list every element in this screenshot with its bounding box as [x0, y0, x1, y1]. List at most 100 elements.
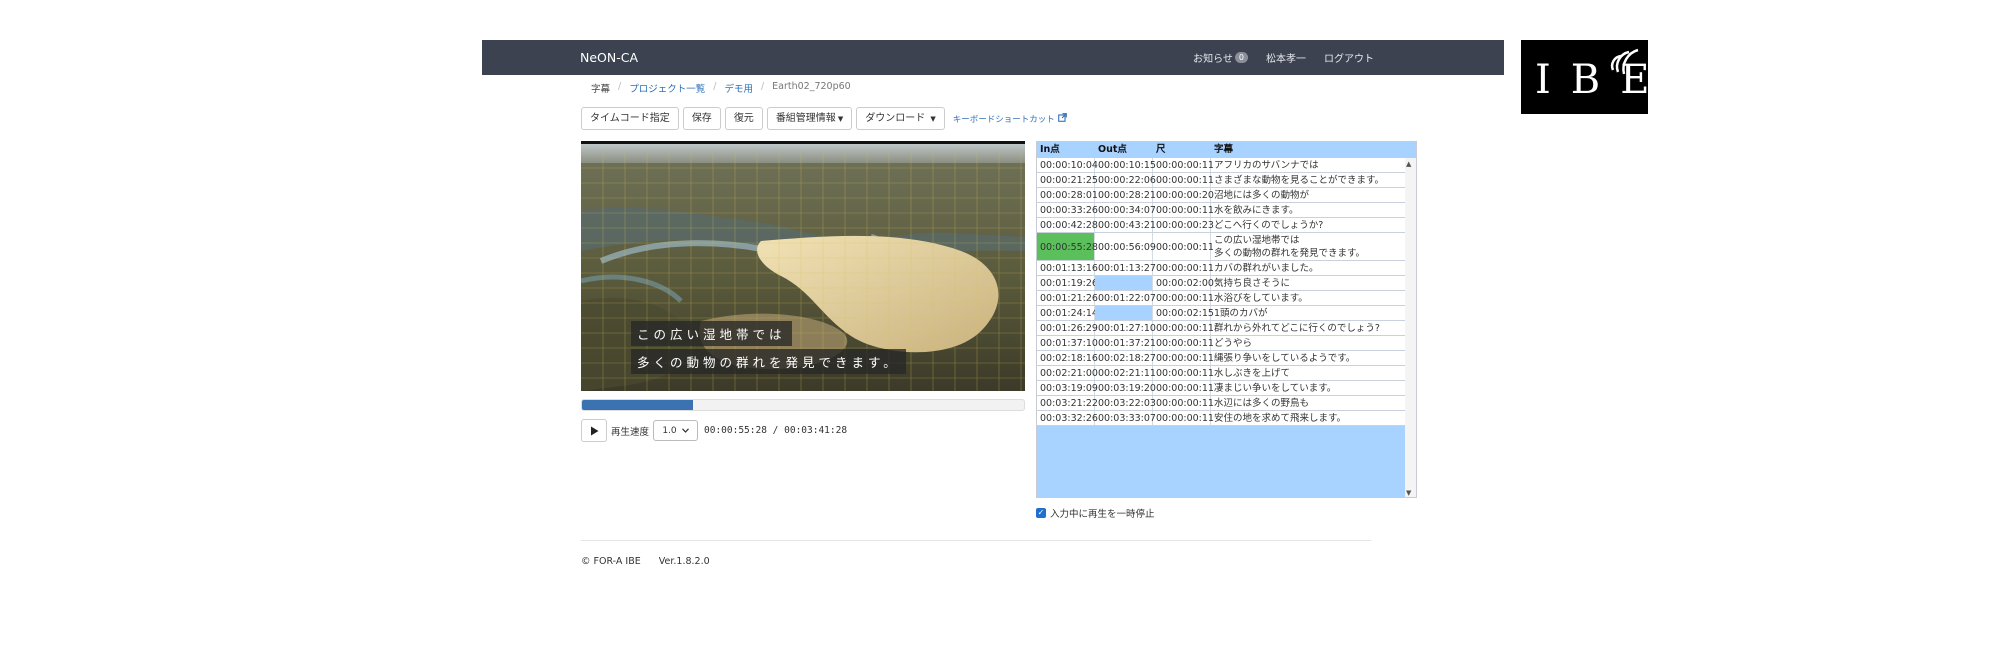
out-cell[interactable]: 00:01:27:10: [1095, 321, 1156, 335]
duration-cell[interactable]: 00:00:00:11: [1153, 381, 1214, 395]
out-cell[interactable]: 00:02:21:11: [1095, 366, 1156, 380]
in-cell[interactable]: 00:00:10:04: [1037, 158, 1098, 172]
scroll-up-arrow-icon[interactable]: ▲: [1406, 160, 1411, 168]
in-cell[interactable]: 00:03:21:22: [1037, 396, 1098, 410]
subtitle-text-cell[interactable]: どうやら: [1211, 336, 1406, 350]
subtitle-row[interactable]: 00:03:32:26 00:03:33:07 00:00:00:11 安住の地を求め…: [1037, 411, 1406, 426]
in-cell[interactable]: 00:00:21:25: [1037, 173, 1098, 187]
in-cell[interactable]: 00:00:33:26: [1037, 203, 1098, 217]
out-cell[interactable]: 00:01:37:21: [1095, 336, 1156, 350]
subtitle-row[interactable]: 00:02:18:16 00:02:18:27 00:00:00:11 縄張り争いをし…: [1037, 351, 1406, 366]
out-cell[interactable]: [1095, 306, 1153, 320]
duration-cell[interactable]: 00:00:00:11: [1153, 396, 1214, 410]
out-cell[interactable]: [1095, 276, 1153, 290]
restore-button[interactable]: 復元: [724, 107, 763, 130]
duration-cell[interactable]: 00:00:00:11: [1153, 321, 1214, 335]
subtitle-row[interactable]: 00:03:19:09 00:03:19:20 00:00:00:11 凄まじい争いを…: [1037, 381, 1406, 396]
duration-cell[interactable]: 00:00:00:23: [1153, 218, 1214, 232]
brand-name[interactable]: NeON-CA: [580, 40, 638, 75]
user-name-link[interactable]: 松本孝一: [1266, 50, 1306, 65]
in-cell[interactable]: 00:02:21:00: [1037, 366, 1098, 380]
subtitle-text-cell[interactable]: 縄張り争いをしているようです。: [1211, 351, 1406, 365]
in-cell[interactable]: 00:00:55:28: [1037, 233, 1098, 260]
in-cell[interactable]: 00:01:13:16: [1037, 261, 1098, 275]
timecode-button[interactable]: タイムコード指定: [581, 107, 679, 130]
duration-cell[interactable]: 00:00:00:11: [1153, 366, 1214, 380]
subtitle-row[interactable]: 00:03:21:22 00:03:22:03 00:00:00:11 水辺には多くの…: [1037, 396, 1406, 411]
out-cell[interactable]: 00:03:19:20: [1095, 381, 1156, 395]
in-cell[interactable]: 00:01:24:14: [1037, 306, 1098, 320]
in-cell[interactable]: 00:01:37:10: [1037, 336, 1098, 350]
table-scrollbar[interactable]: ▲ ▼: [1405, 158, 1416, 497]
in-cell[interactable]: 00:02:18:16: [1037, 351, 1098, 365]
playback-speed-select[interactable]: 1.0: [653, 420, 699, 441]
pause-on-input-option[interactable]: ✓ 入力中に再生を一時停止: [1036, 506, 1155, 520]
out-cell[interactable]: 00:00:10:15: [1095, 158, 1156, 172]
subtitle-text-cell[interactable]: 凄まじい争いをしています。: [1211, 381, 1406, 395]
subtitle-text-cell[interactable]: 群れから外れてどこに行くのでしょう?: [1211, 321, 1406, 335]
out-cell[interactable]: 00:03:22:03: [1095, 396, 1156, 410]
playback-progress-bar[interactable]: [581, 399, 1025, 411]
out-cell[interactable]: 00:00:43:21: [1095, 218, 1156, 232]
subtitle-row[interactable]: 00:01:37:10 00:01:37:21 00:00:00:11 どうやら: [1037, 336, 1406, 351]
program-info-dropdown[interactable]: 番組管理情報 ▼: [766, 107, 853, 130]
subtitle-text-cell[interactable]: さまざまな動物を見ることができます。: [1211, 173, 1406, 187]
in-cell[interactable]: 00:03:19:09: [1037, 381, 1098, 395]
scroll-down-arrow-icon[interactable]: ▼: [1406, 489, 1411, 497]
subtitle-text-cell[interactable]: 水浴びをしています。: [1211, 291, 1406, 305]
subtitle-text-cell[interactable]: 水を飲みにきます。: [1211, 203, 1406, 217]
subtitle-row[interactable]: 00:00:33:26 00:00:34:07 00:00:00:11 水を飲みにきま…: [1037, 203, 1406, 218]
save-button[interactable]: 保存: [682, 107, 721, 130]
in-cell[interactable]: 00:03:32:26: [1037, 411, 1098, 425]
subtitle-text-cell[interactable]: 安住の地を求めて飛来します。: [1211, 411, 1406, 425]
duration-cell[interactable]: 00:00:00:11: [1153, 203, 1214, 217]
duration-cell[interactable]: 00:00:00:20: [1153, 188, 1214, 202]
pause-on-input-checkbox[interactable]: ✓: [1036, 508, 1046, 518]
subtitle-row[interactable]: 00:02:21:00 00:02:21:11 00:00:00:11 水しぶきを上げ…: [1037, 366, 1406, 381]
subtitle-row[interactable]: 00:00:55:28 00:00:56:09 00:00:00:11 この広い湿地帯…: [1037, 233, 1406, 261]
subtitle-row[interactable]: 00:01:21:26 00:01:22:07 00:00:00:11 水浴びをしてい…: [1037, 291, 1406, 306]
subtitle-row[interactable]: 00:00:42:28 00:00:43:21 00:00:00:23 どこへ行くので…: [1037, 218, 1406, 233]
subtitle-row[interactable]: 00:01:19:26 00:00:02:00 気持ち良さそうに: [1037, 276, 1406, 291]
subtitle-row[interactable]: 00:00:28:01 00:00:28:21 00:00:00:20 沼地には多くの…: [1037, 188, 1406, 203]
out-cell[interactable]: 00:01:13:27: [1095, 261, 1156, 275]
out-cell[interactable]: 00:00:28:21: [1095, 188, 1156, 202]
duration-cell[interactable]: 00:00:00:11: [1153, 173, 1214, 187]
subtitle-text-cell[interactable]: 1頭のカバが: [1211, 306, 1406, 320]
breadcrumb-item-project-list[interactable]: プロジェクト一覧: [629, 81, 705, 95]
duration-cell[interactable]: 00:00:02:00: [1153, 276, 1214, 290]
out-cell[interactable]: 00:03:33:07: [1095, 411, 1156, 425]
out-cell[interactable]: 00:02:18:27: [1095, 351, 1156, 365]
out-cell[interactable]: 00:01:22:07: [1095, 291, 1156, 305]
subtitle-text-cell[interactable]: 水しぶきを上げて: [1211, 366, 1406, 380]
in-cell[interactable]: 00:01:26:29: [1037, 321, 1098, 335]
in-cell[interactable]: 00:00:42:28: [1037, 218, 1098, 232]
breadcrumb-item-demo[interactable]: デモ用: [724, 81, 753, 95]
subtitle-text-cell[interactable]: 水辺には多くの野鳥も: [1211, 396, 1406, 410]
subtitle-row[interactable]: 00:00:10:04 00:00:10:15 00:00:00:11 アフリカのサバ…: [1037, 158, 1406, 173]
duration-cell[interactable]: 00:00:00:11: [1153, 158, 1214, 172]
subtitle-row[interactable]: 00:00:21:25 00:00:22:06 00:00:00:11 さまざまな動物…: [1037, 173, 1406, 188]
download-dropdown[interactable]: ダウンロード ▼: [856, 107, 945, 130]
duration-cell[interactable]: 00:00:02:15: [1153, 306, 1214, 320]
subtitle-text-cell[interactable]: この広い湿地帯では 多くの動物の群れを発見できます。: [1211, 233, 1406, 260]
in-cell[interactable]: 00:01:21:26: [1037, 291, 1098, 305]
out-cell[interactable]: 00:00:56:09: [1095, 233, 1156, 260]
subtitle-text-cell[interactable]: どこへ行くのでしょうか?: [1211, 218, 1406, 232]
subtitle-text-cell[interactable]: 気持ち良さそうに: [1211, 276, 1406, 290]
in-cell[interactable]: 00:00:28:01: [1037, 188, 1098, 202]
subtitle-text-cell[interactable]: カバの群れがいました。: [1211, 261, 1406, 275]
play-button[interactable]: [581, 419, 607, 442]
subtitle-text-cell[interactable]: 沼地には多くの動物が: [1211, 188, 1406, 202]
duration-cell[interactable]: 00:00:00:11: [1153, 291, 1214, 305]
out-cell[interactable]: 00:00:22:06: [1095, 173, 1156, 187]
duration-cell[interactable]: 00:00:00:11: [1153, 351, 1214, 365]
subtitle-text-cell[interactable]: アフリカのサバンナでは: [1211, 158, 1406, 172]
video-player[interactable]: この広い湿地帯では 多くの動物の群れを発見できます。: [581, 141, 1025, 391]
keyboard-shortcut-link[interactable]: キーボードショートカット: [953, 112, 1067, 125]
notice-link[interactable]: お知らせ 0: [1193, 50, 1248, 65]
in-cell[interactable]: 00:01:19:26: [1037, 276, 1098, 290]
subtitle-row[interactable]: 00:01:13:16 00:01:13:27 00:00:00:11 カバの群れがい…: [1037, 261, 1406, 276]
duration-cell[interactable]: 00:00:00:11: [1153, 336, 1214, 350]
subtitle-row[interactable]: 00:01:26:29 00:01:27:10 00:00:00:11 群れから外れて…: [1037, 321, 1406, 336]
